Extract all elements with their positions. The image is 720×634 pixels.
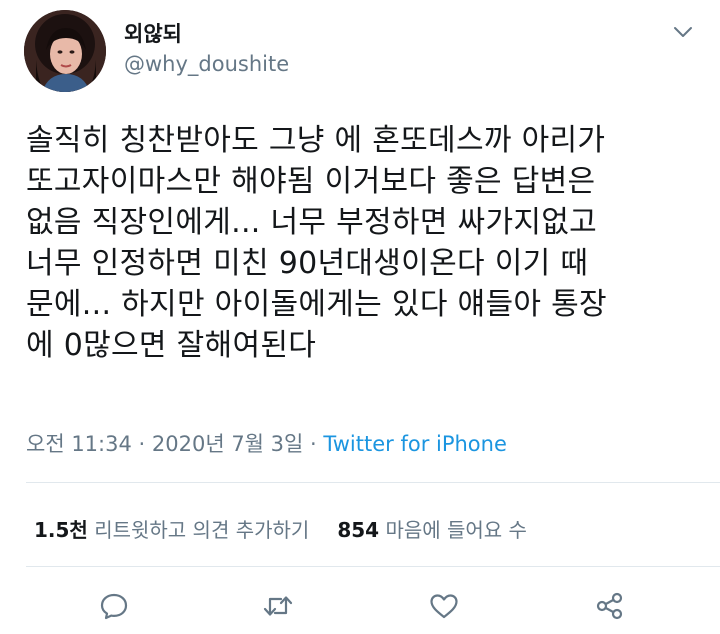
likes-stat[interactable]: 854 마음에 들어요 수 <box>337 518 527 542</box>
user-handle[interactable]: @why_doushite <box>124 52 289 76</box>
tweet-stats: 1.5천 리트윗하고 의견 추가하기 854 마음에 들어요 수 <box>34 514 527 543</box>
likes-label: 마음에 들어요 수 <box>385 518 527 542</box>
retweets-label: 리트윗하고 의견 추가하기 <box>94 518 310 542</box>
retweets-stat[interactable]: 1.5천 리트윗하고 의견 추가하기 <box>34 518 309 542</box>
retweet-icon[interactable] <box>258 586 298 626</box>
tweet-time[interactable]: 오전 11:34 <box>26 432 132 456</box>
divider <box>26 482 720 483</box>
chevron-down-icon[interactable] <box>670 22 696 42</box>
display-name[interactable]: 외않되 <box>124 18 182 48</box>
tweet-source-link[interactable]: Twitter for iPhone <box>323 432 507 456</box>
tweet-card: 외않되 @why_doushite 솔직히 칭찬받아도 그냥 에 혼또데스까 아… <box>0 0 720 634</box>
heart-icon[interactable] <box>424 586 464 626</box>
reply-icon[interactable] <box>94 586 134 626</box>
likes-count: 854 <box>337 518 380 542</box>
action-bar <box>0 586 720 630</box>
tweet-text: 솔직히 칭찬받아도 그냥 에 혼또데스까 아리가 또고자이마스만 해야됨 이거보… <box>26 123 607 363</box>
meta-separator: · <box>131 432 152 456</box>
avatar[interactable] <box>24 10 106 92</box>
meta-separator: · <box>303 432 324 456</box>
tweet-meta: 오전 11:34 · 2020년 7월 3일 · Twitter for iPh… <box>26 428 507 458</box>
tweet-date[interactable]: 2020년 7월 3일 <box>152 432 303 456</box>
share-icon[interactable] <box>590 586 630 626</box>
avatar-image <box>24 10 106 92</box>
retweets-count: 1.5천 <box>34 518 88 542</box>
divider <box>26 566 720 567</box>
